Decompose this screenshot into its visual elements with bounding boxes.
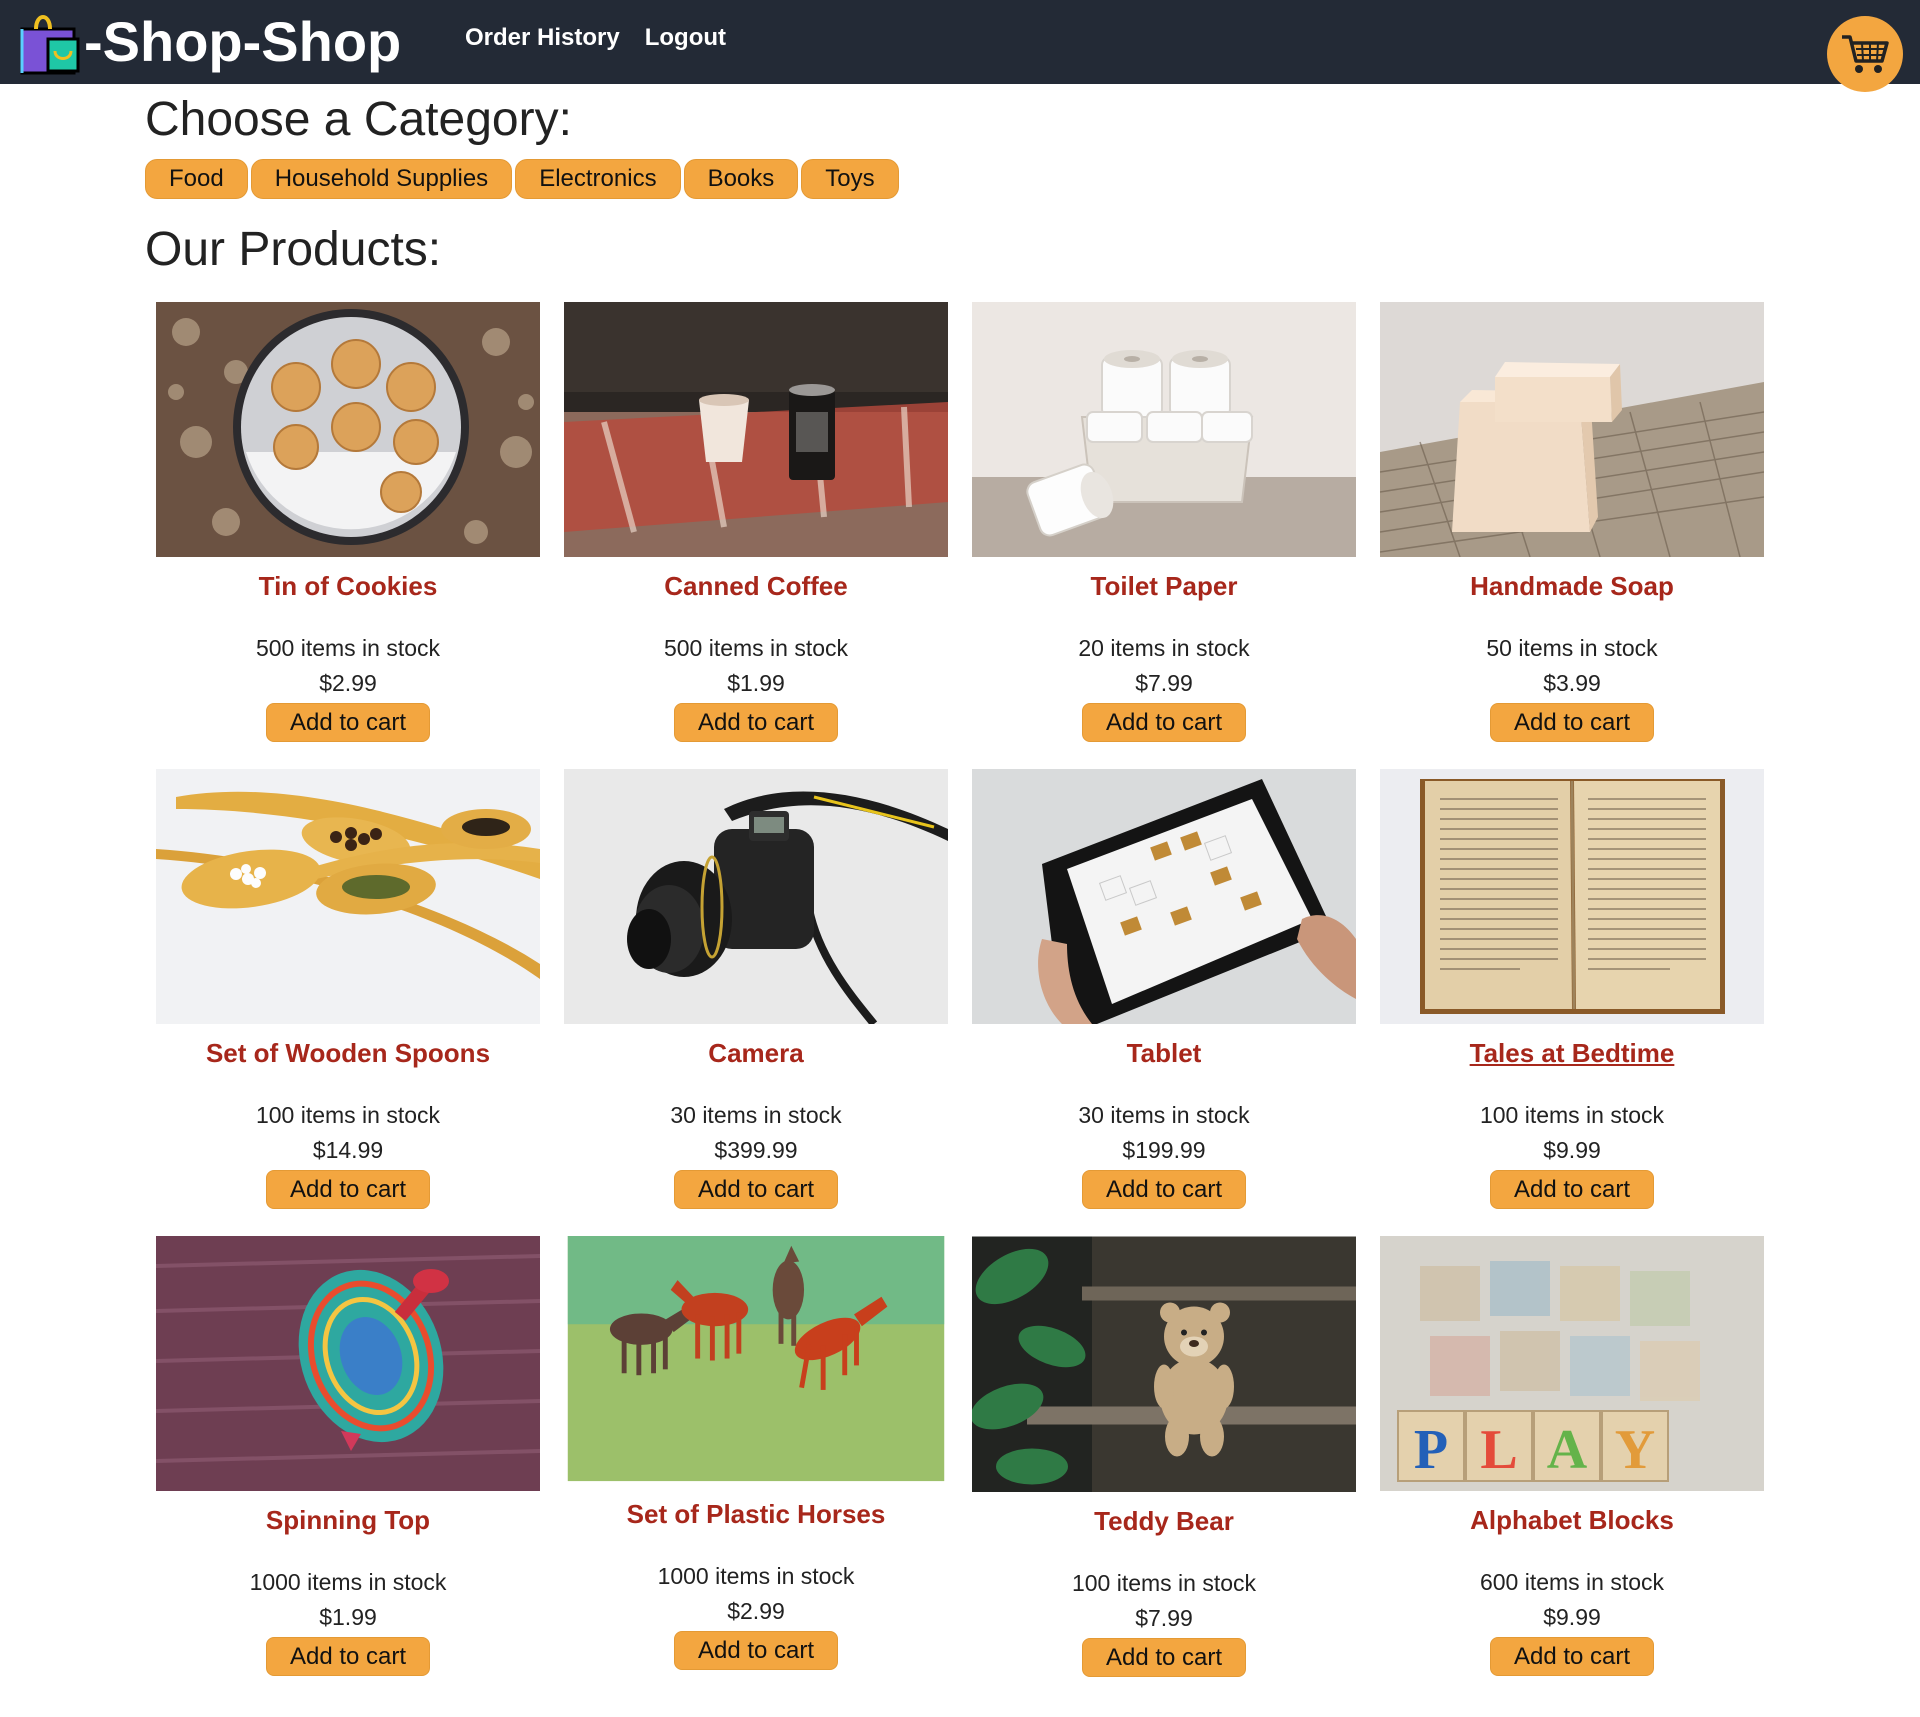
- product-name[interactable]: Set of Wooden Spoons: [156, 1038, 540, 1074]
- product-card: P L A Y Alphabet Blocks 600 items in sto…: [1380, 1236, 1764, 1703]
- product-price: $14.99: [312, 1137, 384, 1163]
- product-name[interactable]: Set of Plastic Horses: [564, 1499, 948, 1535]
- product-grid: Tin of Cookies 500 items in stock $2.99 …: [156, 302, 1764, 1703]
- product-stock: 20 items in stock: [1078, 635, 1250, 661]
- alphabet-blocks-image[interactable]: P L A Y: [1380, 1236, 1764, 1491]
- product-stock: 500 items in stock: [255, 635, 441, 661]
- add-to-cart-button[interactable]: Add to cart: [266, 1170, 430, 1209]
- product-card: Camera 30 items in stock $399.99 Add to …: [564, 769, 948, 1236]
- teddy-bear-image[interactable]: [972, 1236, 1356, 1492]
- product-card: Tales at Bedtime 100 items in stock $9.9…: [1380, 769, 1764, 1236]
- add-to-cart-button[interactable]: Add to cart: [1082, 703, 1246, 742]
- category-toys[interactable]: Toys: [801, 159, 899, 199]
- cookies-tin-image[interactable]: [156, 302, 540, 557]
- product-card: Tablet 30 items in stock $199.99 Add to …: [972, 769, 1356, 1236]
- product-stock: 1000 items in stock: [249, 1569, 447, 1595]
- category-electronics[interactable]: Electronics: [515, 159, 681, 199]
- product-price: $399.99: [714, 1137, 798, 1163]
- product-price: $9.99: [1543, 1137, 1601, 1163]
- product-name[interactable]: Tablet: [972, 1038, 1356, 1074]
- product-stock: 100 items in stock: [255, 1102, 441, 1128]
- plastic-horses-image[interactable]: [564, 1236, 948, 1486]
- add-to-cart-button[interactable]: Add to cart: [266, 703, 430, 742]
- add-to-cart-button[interactable]: Add to cart: [674, 1170, 838, 1209]
- products-heading: Our Products:: [145, 223, 442, 276]
- product-stock: 1000 items in stock: [657, 1563, 855, 1589]
- add-to-cart-button[interactable]: Add to cart: [1082, 1170, 1246, 1209]
- add-to-cart-button[interactable]: Add to cart: [674, 703, 838, 742]
- add-to-cart-button[interactable]: Add to cart: [1082, 1638, 1246, 1677]
- nav-order-history[interactable]: Order History: [465, 24, 620, 52]
- product-stock: 30 items in stock: [670, 1102, 842, 1128]
- product-name[interactable]: Camera: [564, 1038, 948, 1074]
- spinning-top-image[interactable]: [156, 1236, 540, 1491]
- product-name[interactable]: Tales at Bedtime: [1380, 1038, 1764, 1074]
- cart-button[interactable]: [1827, 16, 1903, 92]
- product-card: Toilet Paper 20 items in stock $7.99 Add…: [972, 302, 1356, 769]
- product-name[interactable]: Alphabet Blocks: [1380, 1505, 1764, 1541]
- brand-title: -Shop-Shop: [84, 10, 402, 73]
- svg-text:A: A: [1547, 1419, 1588, 1481]
- add-to-cart-button[interactable]: Add to cart: [266, 1637, 430, 1676]
- product-price: $2.99: [727, 1598, 785, 1624]
- shopping-bag-icon: [18, 9, 82, 75]
- svg-text:P: P: [1414, 1419, 1448, 1481]
- product-stock: 100 items in stock: [1479, 1102, 1665, 1128]
- product-price: $199.99: [1122, 1137, 1206, 1163]
- product-card: Tin of Cookies 500 items in stock $2.99 …: [156, 302, 540, 769]
- product-stock: 30 items in stock: [1078, 1102, 1250, 1128]
- product-stock: 500 items in stock: [663, 635, 849, 661]
- svg-text:L: L: [1480, 1419, 1517, 1481]
- product-price: $1.99: [727, 670, 785, 696]
- add-to-cart-button[interactable]: Add to cart: [1490, 1637, 1654, 1676]
- product-price: $1.99: [319, 1604, 377, 1630]
- shopping-cart-icon: [1842, 35, 1889, 73]
- brand[interactable]: -Shop-Shop: [18, 8, 401, 76]
- add-to-cart-button[interactable]: Add to cart: [674, 1631, 838, 1670]
- product-card: Set of Wooden Spoons 100 items in stock …: [156, 769, 540, 1236]
- product-name[interactable]: Canned Coffee: [564, 571, 948, 607]
- product-card: Canned Coffee 500 items in stock $1.99 A…: [564, 302, 948, 769]
- product-stock: 100 items in stock: [1071, 1570, 1257, 1596]
- product-card: Set of Plastic Horses 1000 items in stoc…: [564, 1236, 948, 1703]
- product-stock: 50 items in stock: [1486, 635, 1658, 661]
- product-name[interactable]: Tin of Cookies: [156, 571, 540, 607]
- product-price: $2.99: [319, 670, 377, 696]
- canned-coffee-image[interactable]: [564, 302, 948, 557]
- tablet-image[interactable]: [972, 769, 1356, 1024]
- add-to-cart-button[interactable]: Add to cart: [1490, 703, 1654, 742]
- svg-text:Y: Y: [1615, 1419, 1655, 1481]
- product-price: $9.99: [1543, 1604, 1601, 1630]
- wooden-spoons-image[interactable]: [156, 769, 540, 1024]
- product-name[interactable]: Toilet Paper: [972, 571, 1356, 607]
- book-image[interactable]: [1380, 769, 1764, 1024]
- soap-image[interactable]: [1380, 302, 1764, 557]
- main-nav: Order History Logout: [465, 24, 726, 52]
- category-books[interactable]: Books: [683, 159, 799, 199]
- product-name[interactable]: Teddy Bear: [972, 1506, 1356, 1542]
- toilet-paper-image[interactable]: [972, 302, 1356, 557]
- product-card: Handmade Soap 50 items in stock $3.99 Ad…: [1380, 302, 1764, 769]
- nav-logout[interactable]: Logout: [645, 24, 726, 52]
- product-card: Spinning Top 1000 items in stock $1.99 A…: [156, 1236, 540, 1703]
- category-heading: Choose a Category:: [145, 93, 572, 146]
- product-card: Teddy Bear 100 items in stock $7.99 Add …: [972, 1236, 1356, 1703]
- category-list: Food Household Supplies Electronics Book…: [145, 159, 899, 199]
- top-navbar: -Shop-Shop Order History Logout: [0, 0, 1920, 92]
- category-food[interactable]: Food: [145, 159, 248, 199]
- product-price: $7.99: [1135, 670, 1193, 696]
- camera-image[interactable]: [564, 769, 948, 1024]
- product-price: $3.99: [1543, 670, 1601, 696]
- add-to-cart-button[interactable]: Add to cart: [1490, 1170, 1654, 1209]
- category-household-supplies[interactable]: Household Supplies: [250, 159, 513, 199]
- product-stock: 600 items in stock: [1479, 1569, 1665, 1595]
- product-name[interactable]: Handmade Soap: [1380, 571, 1764, 607]
- product-price: $7.99: [1135, 1605, 1193, 1631]
- product-name[interactable]: Spinning Top: [156, 1505, 540, 1541]
